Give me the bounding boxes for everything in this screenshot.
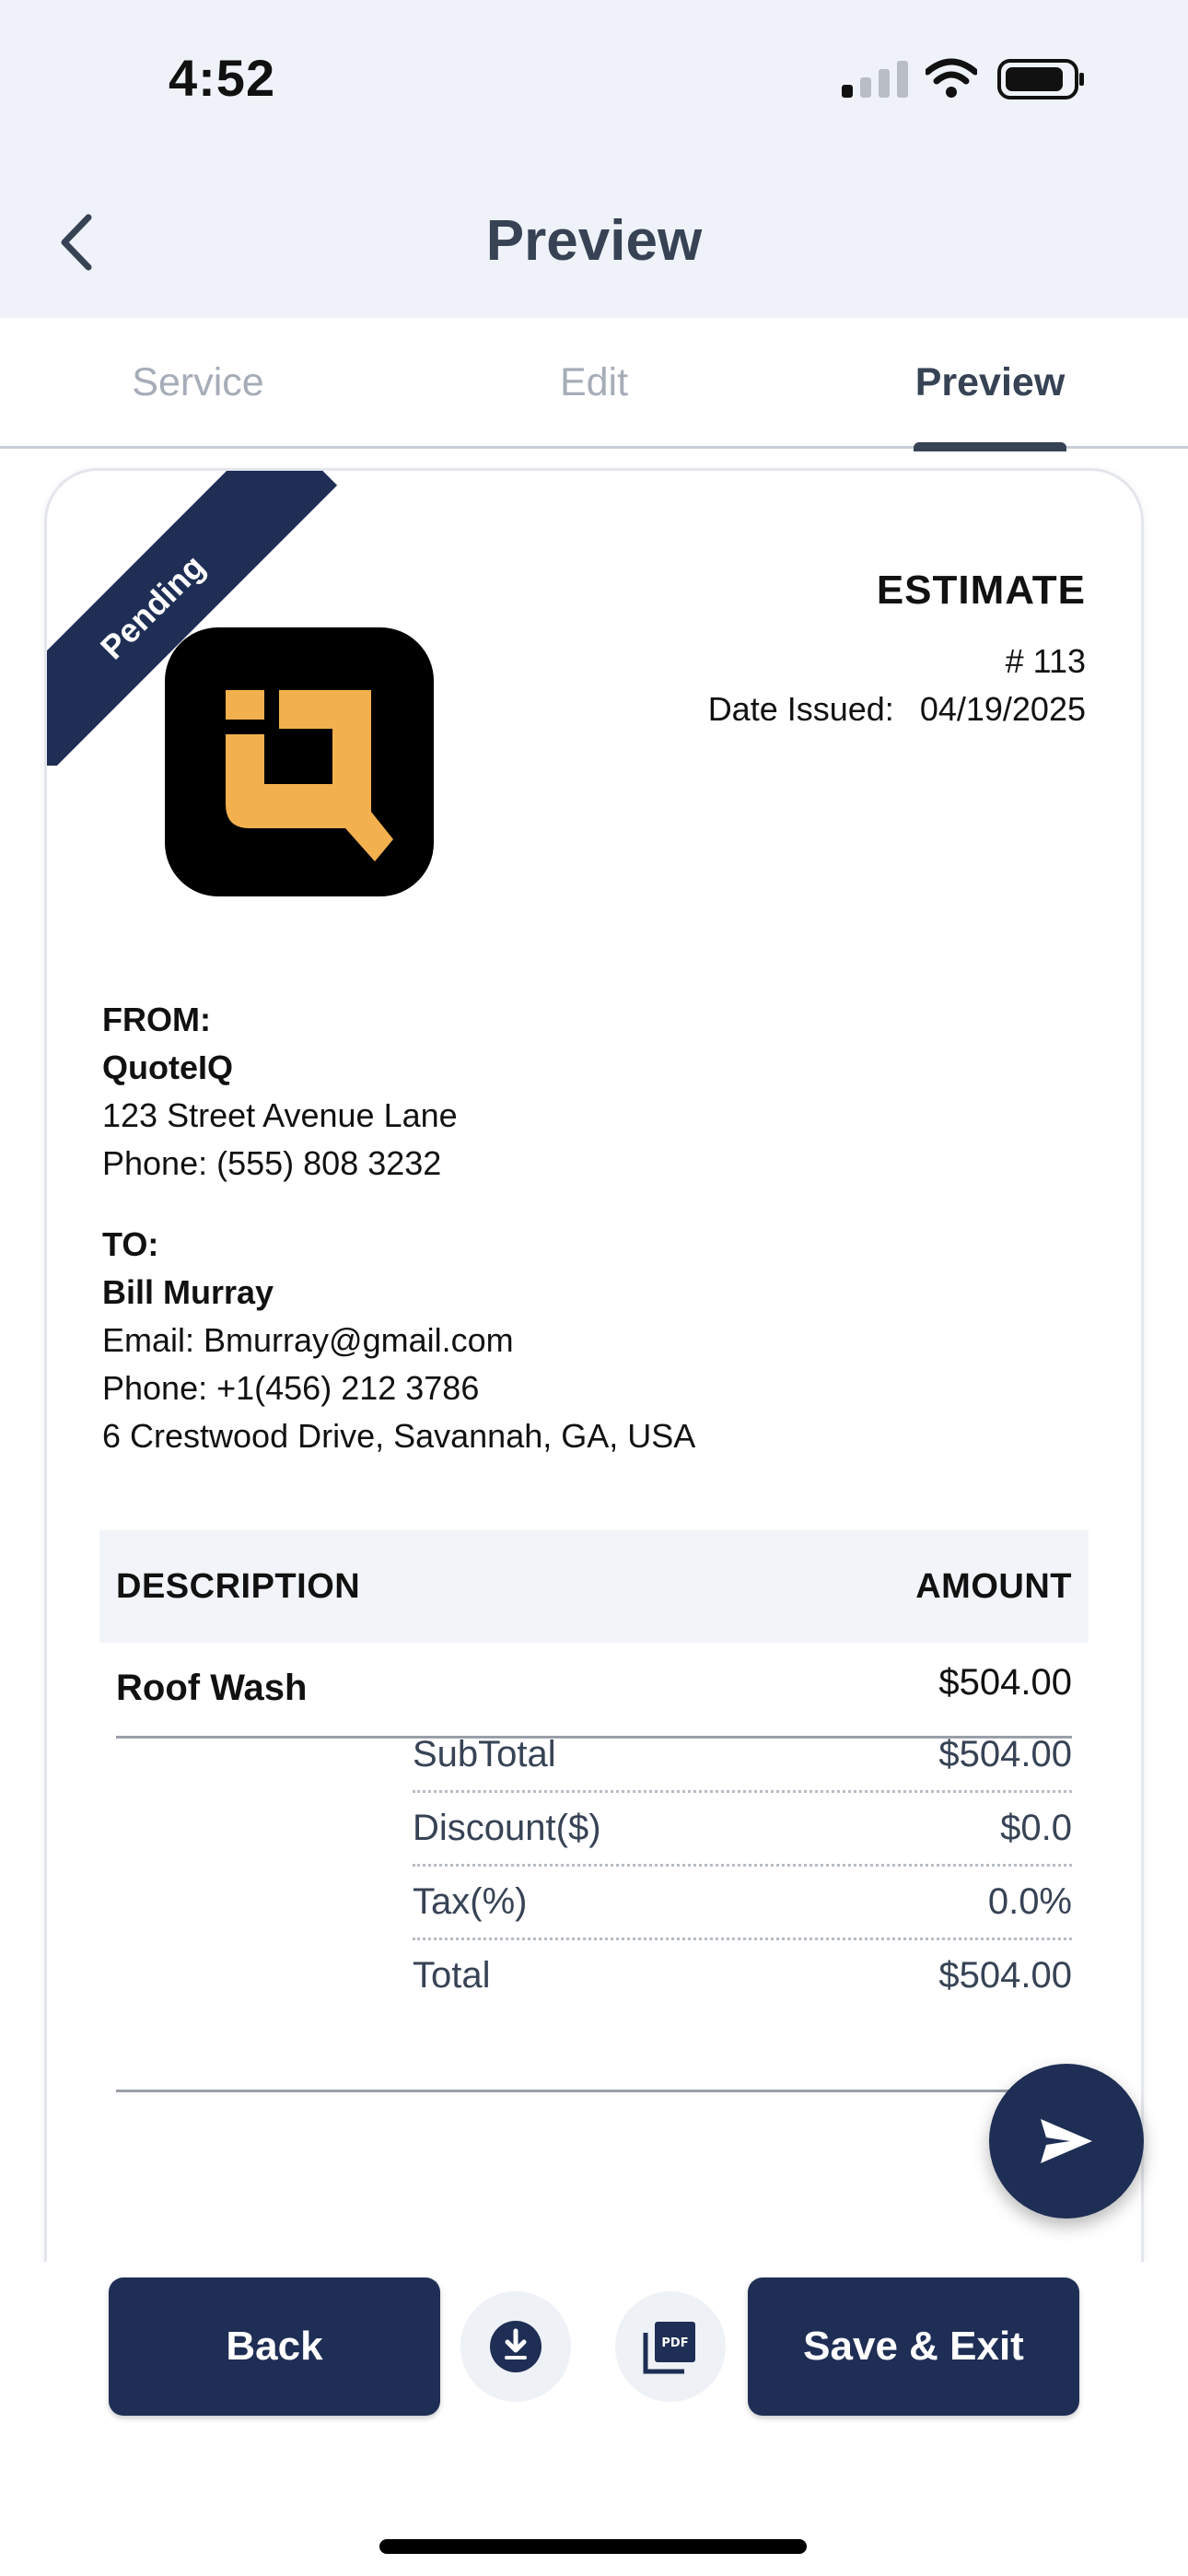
pdf-button[interactable]: PDF bbox=[615, 2291, 726, 2402]
total-row: Total $504.00 bbox=[413, 1944, 1072, 2014]
screen: 4:52 Preview Service Edit Preview Pendin… bbox=[0, 0, 1188, 2576]
to-address: 6 Crestwood Drive, Savannah, GA, USA bbox=[102, 1417, 696, 1455]
from-address: 123 Street Avenue Lane bbox=[102, 1096, 458, 1134]
save-and-exit-button[interactable]: Save & Exit bbox=[748, 2277, 1079, 2416]
to-phone: Phone: +1(456) 212 3786 bbox=[102, 1369, 480, 1407]
column-header-amount: AMOUNT bbox=[915, 1566, 1072, 1606]
wifi-icon bbox=[926, 58, 977, 98]
tab-edit[interactable]: Edit bbox=[460, 318, 728, 447]
download-button[interactable] bbox=[460, 2291, 571, 2402]
subtotal-label: SubTotal bbox=[413, 1734, 556, 1774]
total-value: $504.00 bbox=[938, 1955, 1072, 1996]
home-indicator bbox=[379, 2539, 807, 2554]
tab-bar: Service Edit Preview bbox=[0, 318, 1188, 449]
tax-value: 0.0% bbox=[987, 1881, 1072, 1922]
from-label: FROM: bbox=[102, 1001, 211, 1038]
active-tab-indicator bbox=[914, 442, 1066, 451]
line-item-amount: $504.00 bbox=[938, 1662, 1072, 1703]
to-email: Email: Bmurray@gmail.com bbox=[102, 1321, 514, 1359]
svg-text:PDF: PDF bbox=[661, 2336, 688, 2350]
tax-row: Tax(%) 0.0% bbox=[413, 1870, 1072, 1940]
total-label: Total bbox=[413, 1955, 491, 1996]
discount-row: Discount($) $0.0 bbox=[413, 1797, 1072, 1867]
estimate-number: # 113 bbox=[1005, 642, 1086, 680]
tab-service[interactable]: Service bbox=[64, 318, 332, 447]
table-header: DESCRIPTION AMOUNT bbox=[99, 1530, 1089, 1643]
from-block: FROM: QuoteIQ 123 Street Avenue Lane Pho… bbox=[102, 996, 458, 1188]
subtotal-value: $504.00 bbox=[938, 1734, 1072, 1774]
divider bbox=[116, 2090, 1072, 2092]
document-title: ESTIMATE bbox=[876, 568, 1086, 613]
date-issued-label: Date Issued: bbox=[707, 690, 894, 728]
company-logo bbox=[165, 627, 434, 896]
tab-preview[interactable]: Preview bbox=[852, 318, 1128, 447]
page-title: Preview bbox=[485, 209, 703, 273]
pdf-icon: PDF bbox=[643, 2322, 695, 2374]
download-icon bbox=[490, 2321, 542, 2372]
to-block: TO: Bill Murray Email: Bmurray@gmail.com… bbox=[102, 1221, 695, 1460]
date-issued-value: 04/19/2025 bbox=[919, 690, 1086, 728]
from-phone: Phone: (555) 808 3232 bbox=[102, 1144, 442, 1182]
line-item-description: Roof Wash bbox=[116, 1668, 308, 1708]
date-issued: Date Issued: 04/19/2025 bbox=[708, 690, 1086, 729]
subtotal-row: SubTotal $504.00 bbox=[413, 1723, 1072, 1793]
estimate-card: Pending ESTIMATE # 113 Date Issued: 04/19… bbox=[44, 468, 1144, 2329]
send-icon bbox=[1041, 2119, 1092, 2163]
header-bar: 4:52 Preview bbox=[0, 0, 1188, 318]
cellular-signal-icon bbox=[842, 61, 908, 98]
discount-value: $0.0 bbox=[1000, 1808, 1072, 1848]
tax-label: Tax(%) bbox=[413, 1881, 528, 1922]
to-label: TO: bbox=[102, 1225, 159, 1263]
column-header-description: DESCRIPTION bbox=[116, 1566, 361, 1606]
battery-icon bbox=[997, 59, 1084, 100]
status-time: 4:52 bbox=[169, 49, 276, 107]
back-button[interactable]: Back bbox=[109, 2277, 440, 2416]
discount-label: Discount($) bbox=[413, 1808, 601, 1848]
from-name: QuoteIQ bbox=[102, 1048, 233, 1086]
to-name: Bill Murray bbox=[102, 1273, 274, 1311]
send-button[interactable] bbox=[989, 2064, 1144, 2219]
